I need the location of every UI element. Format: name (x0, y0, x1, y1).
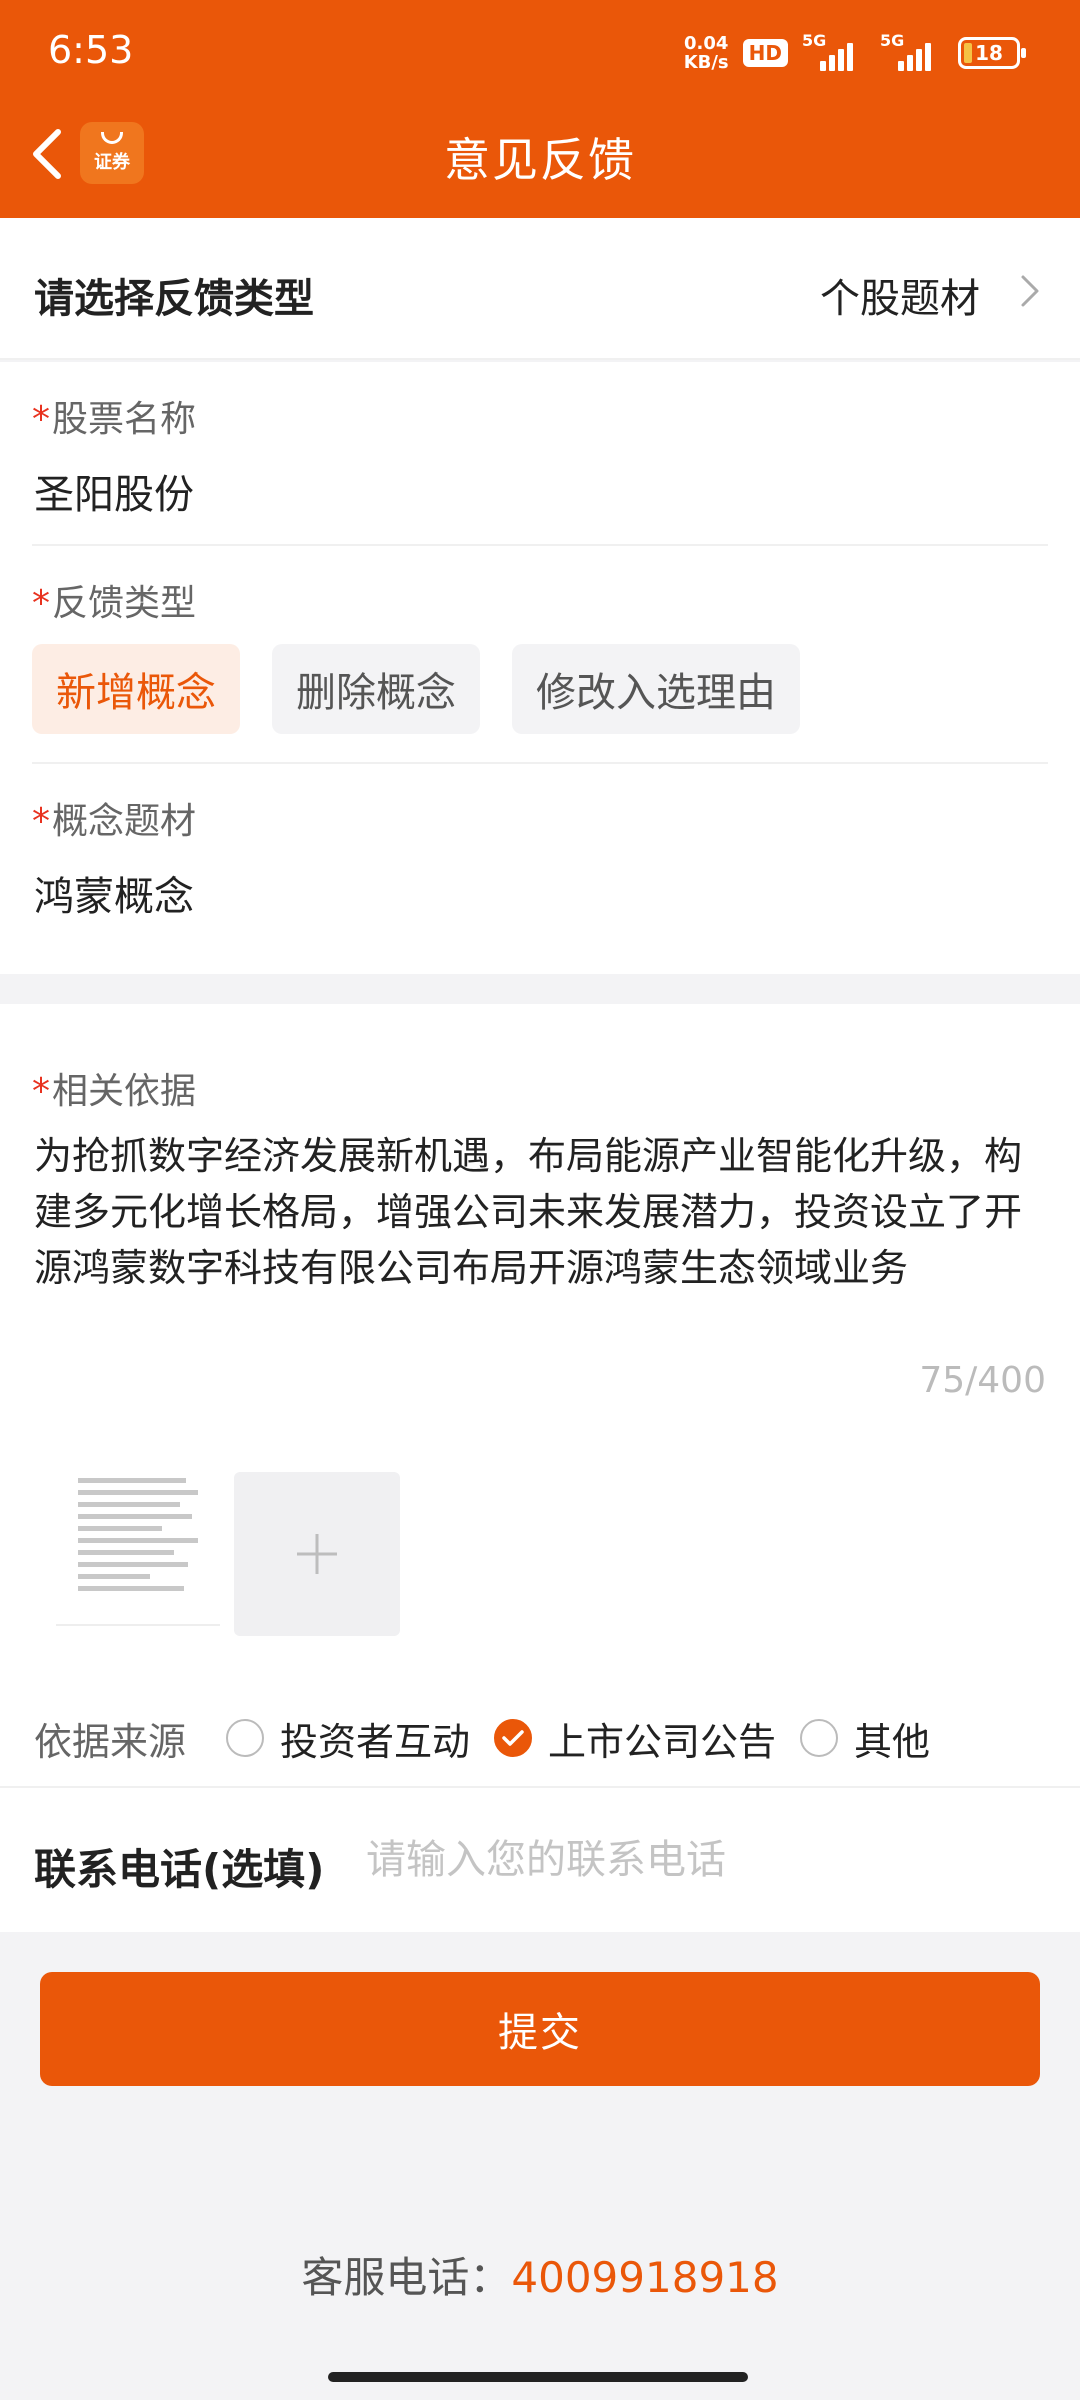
source-row: 依据来源 投资者互动 上市公司公告 其他 (0, 1688, 1080, 1788)
stock-name-label: *股票名称 (32, 399, 197, 440)
concept-label: *概念题材 (32, 801, 197, 842)
status-icons: 0.04 KB/s HD 5G 5G 18 (684, 30, 1026, 76)
net-speed-unit: KB/s (683, 52, 729, 73)
customer-service-label: 客服电话： (301, 2253, 512, 2302)
submit-button[interactable]: 提交 (40, 1972, 1040, 2086)
stock-info-section: *股票名称 圣阳股份 *反馈类型 新增概念 删除概念 修改入选理由 *概念题材 … (0, 362, 1080, 974)
status-time: 6:53 (48, 28, 134, 72)
customer-service-number[interactable]: 4009918918 (511, 2253, 778, 2302)
feedback-type-option-add[interactable]: 新增概念 (32, 644, 240, 734)
divider (32, 762, 1048, 764)
feedback-type-option-delete[interactable]: 删除概念 (272, 644, 480, 734)
source-label: 依据来源 (34, 1719, 187, 1764)
net-speed: 0.04 KB/s (684, 34, 729, 72)
contact-phone-label: 联系电话(选填) (34, 1845, 325, 1894)
required-mark: * (32, 1071, 50, 1112)
feedback-type-options: 新增概念 删除概念 修改入选理由 (32, 644, 800, 734)
feedback-page: 6:53 0.04 KB/s HD 5G 5G 18 证券 意见反馈 请选择反馈… (0, 0, 1080, 2400)
radio-unchecked-icon (800, 1719, 839, 1757)
source-option-label: 投资者互动 (280, 1719, 471, 1764)
required-mark: * (32, 583, 50, 624)
source-option-investor[interactable]: 投资者互动 (226, 1711, 470, 1766)
divider (0, 1786, 1080, 1788)
feedback-category-value: 个股题材 (820, 276, 980, 322)
add-image-button[interactable] (234, 1472, 400, 1636)
section-gap (0, 974, 1080, 1004)
net-speed-value: 0.04 (683, 33, 729, 54)
source-option-label: 其他 (854, 1719, 931, 1764)
radio-unchecked-icon (226, 1719, 265, 1757)
contact-phone-input[interactable] (366, 1828, 1046, 1892)
attached-image-thumbnail[interactable] (56, 1466, 220, 1626)
feedback-type-option-modify[interactable]: 修改入选理由 (512, 644, 800, 734)
home-indicator[interactable] (328, 2372, 748, 2382)
page-title: 意见反馈 (444, 133, 636, 187)
stock-name-value[interactable]: 圣阳股份 (34, 462, 194, 520)
radio-checked-icon (494, 1719, 533, 1757)
battery-icon: 18 (958, 37, 1026, 69)
basis-label: *相关依据 (32, 1071, 197, 1112)
chevron-right-icon (1021, 275, 1039, 307)
plus-icon (297, 1534, 337, 1574)
source-option-label: 上市公司公告 (548, 1719, 777, 1764)
feedback-category-selector[interactable]: 请选择反馈类型 个股题材 (0, 218, 1080, 360)
required-mark: * (32, 801, 50, 842)
concept-value[interactable]: 鸿蒙概念 (34, 864, 194, 922)
source-option-other[interactable]: 其他 (800, 1711, 930, 1766)
required-mark: * (32, 399, 50, 440)
app-header: 6:53 0.04 KB/s HD 5G 5G 18 证券 意见反馈 (0, 0, 1080, 218)
divider (32, 544, 1048, 546)
source-option-announcement[interactable]: 上市公司公告 (494, 1711, 776, 1766)
feedback-category-label: 请选择反馈类型 (34, 276, 314, 322)
battery-level: 18 (975, 41, 1003, 65)
signal-icon-2: 5G (880, 31, 944, 73)
basis-textarea[interactable]: 为抢抓数字经济发展新机遇，布局能源产业智能化升级，构建多元化增长格局，增强公司未… (34, 1128, 1046, 1296)
signal-icon: 5G (802, 31, 866, 73)
customer-service: 客服电话：4009918918 (0, 2244, 1080, 2305)
feedback-type-label: *反馈类型 (32, 583, 197, 624)
hd-icon: HD (742, 39, 788, 67)
basis-section: *相关依据 为抢抓数字经济发展新机遇，布局能源产业智能化升级，构建多元化增长格局… (0, 1004, 1080, 1932)
char-counter: 75/400 (919, 1360, 1046, 1401)
